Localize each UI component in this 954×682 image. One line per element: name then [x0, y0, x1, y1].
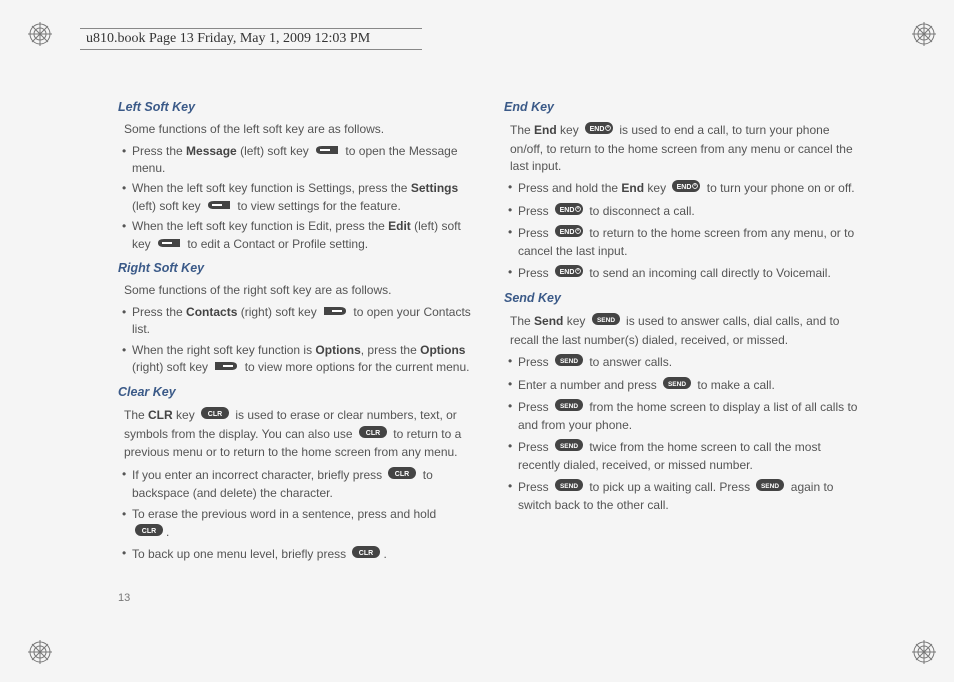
send-key-icon [554, 353, 584, 372]
bullet-item: To erase the previous word in a sentence… [122, 506, 472, 543]
section-end-key: End Key [504, 98, 858, 116]
section-left-soft-key: Left Soft Key [118, 98, 472, 116]
send-key-icon [755, 478, 785, 497]
intro-text: Some functions of the left soft key are … [124, 121, 472, 138]
end-key-icon [554, 224, 584, 243]
send-key-icon [554, 438, 584, 457]
send-key-icon [554, 398, 584, 417]
bullet-item: Press to send an incoming call directly … [508, 264, 858, 283]
reg-mark-bl [28, 640, 52, 664]
clr-key-icon [387, 466, 417, 485]
bullet-item: Press to return to the home screen from … [508, 224, 858, 261]
bullet-item: Press from the home screen to display a … [508, 398, 858, 435]
bullet-item: Press the Contacts (right) soft key to o… [122, 304, 472, 339]
intro-text: The Send key is used to answer calls, di… [510, 312, 858, 349]
section-clear-key: Clear Key [118, 383, 472, 401]
bullet-item: Press twice from the home screen to call… [508, 438, 858, 475]
section-send-key: Send Key [504, 289, 858, 307]
bullet-item: If you enter an incorrect character, bri… [122, 466, 472, 503]
right-column: End Key The End key is used to end a cal… [504, 92, 858, 568]
end-key-icon [584, 121, 614, 140]
clr-key-icon [134, 523, 164, 542]
bullet-item: Press to answer calls. [508, 353, 858, 372]
document-header: u810.book Page 13 Friday, May 1, 2009 12… [80, 28, 422, 50]
bullet-item: When the right soft key function is Opti… [122, 342, 472, 377]
clr-key-icon [351, 545, 381, 564]
reg-mark-tr [912, 22, 936, 46]
left-softkey-icon [314, 143, 340, 160]
bullet-item: Press and hold the End key to turn your … [508, 179, 858, 198]
page-content: Left Soft Key Some functions of the left… [118, 92, 858, 568]
left-column: Left Soft Key Some functions of the left… [118, 92, 472, 568]
bullet-item: Press the Message (left) soft key to ope… [122, 143, 472, 178]
end-key-icon [671, 179, 701, 198]
intro-text: The CLR key is used to erase or clear nu… [124, 406, 472, 462]
section-right-soft-key: Right Soft Key [118, 259, 472, 277]
clr-key-icon [200, 406, 230, 425]
end-key-icon [554, 264, 584, 283]
send-key-icon [591, 312, 621, 331]
bullet-item: Press to pick up a waiting call. Press a… [508, 478, 858, 515]
right-softkey-icon [322, 304, 348, 321]
bullet-item: Press to disconnect a call. [508, 202, 858, 221]
send-key-icon [662, 376, 692, 395]
left-softkey-icon [206, 198, 232, 215]
left-softkey-icon [156, 236, 182, 253]
send-key-icon [554, 478, 584, 497]
intro-text: Some functions of the right soft key are… [124, 282, 472, 299]
right-softkey-icon [213, 359, 239, 376]
reg-mark-tl [28, 22, 52, 46]
clr-key-icon [358, 425, 388, 444]
page-number: 13 [118, 592, 130, 604]
bullet-item: Enter a number and press to make a call. [508, 376, 858, 395]
bullet-item: To back up one menu level, briefly press… [122, 545, 472, 564]
bullet-item: When the left soft key function is Setti… [122, 180, 472, 215]
bullet-item: When the left soft key function is Edit,… [122, 218, 472, 253]
reg-mark-br [912, 640, 936, 664]
end-key-icon [554, 202, 584, 221]
intro-text: The End key is used to end a call, to tu… [510, 121, 858, 175]
